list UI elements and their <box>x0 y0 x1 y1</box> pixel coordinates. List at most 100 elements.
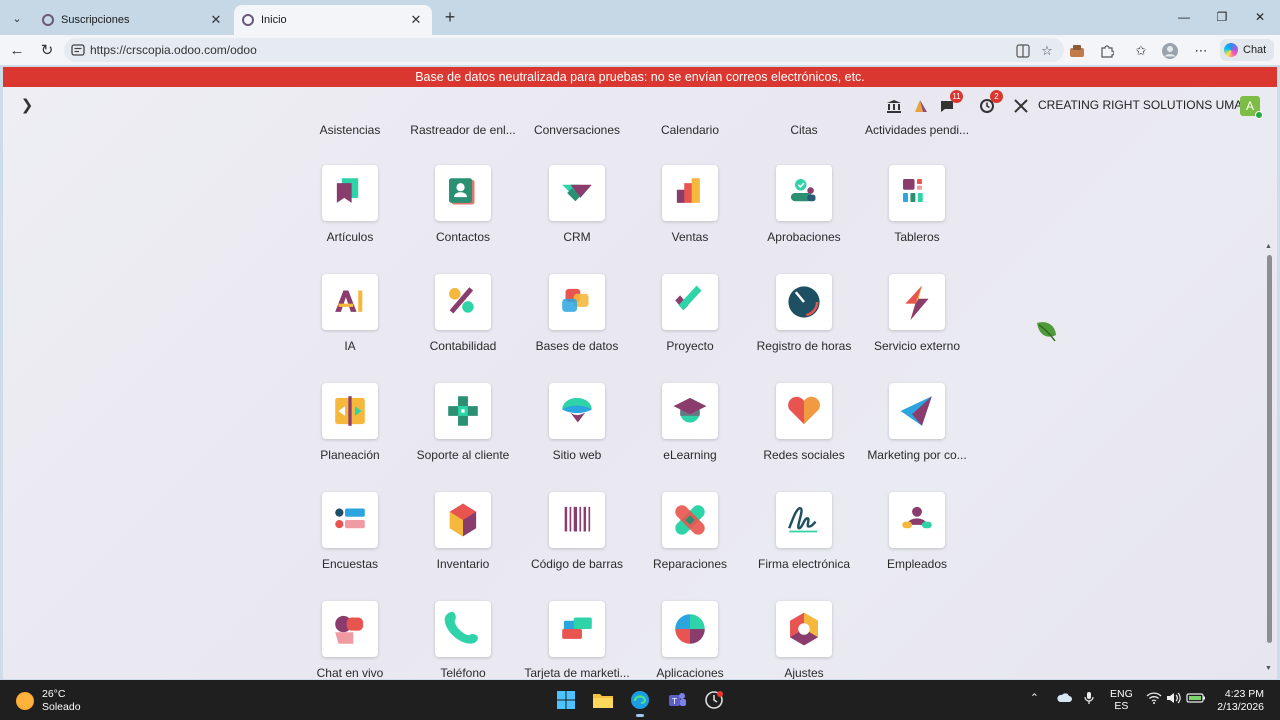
app-sign[interactable]: Firma electrónica <box>749 492 859 588</box>
banner-text: Base de datos neutralizada para pruebas:… <box>415 70 865 84</box>
ai-agent-icon[interactable] <box>913 95 929 117</box>
app-label-top[interactable]: Citas <box>749 123 859 137</box>
barcode-icon <box>549 492 605 548</box>
app-employees[interactable]: Empleados <box>862 492 972 588</box>
repairs-icon <box>662 492 718 548</box>
app-planning[interactable]: Planeación <box>295 383 405 479</box>
minimize-icon[interactable]: — <box>1172 6 1196 28</box>
articles-icon <box>322 165 378 221</box>
wifi-icon[interactable] <box>1146 692 1162 707</box>
file-explorer-icon[interactable] <box>590 687 616 713</box>
activities-clock-icon[interactable]: 2 <box>979 90 1003 117</box>
expand-chevron-icon[interactable]: ❯ <box>20 97 34 114</box>
app-label-top[interactable]: Asistencias <box>295 123 405 137</box>
extension-icon[interactable] <box>1068 42 1086 60</box>
app-label-top[interactable]: Actividades pendi... <box>862 123 972 137</box>
app-repairs[interactable]: Reparaciones <box>635 492 745 588</box>
messages-badge: 11 <box>950 90 963 103</box>
profile-icon[interactable] <box>1161 42 1179 60</box>
copilot-chat-button[interactable]: Chat <box>1220 39 1274 61</box>
scroll-down-icon[interactable]: ▼ <box>1265 665 1272 672</box>
teams-icon[interactable]: T <box>664 687 690 713</box>
tab-strip: ⌄ Suscripciones ✕ Inicio ✕ + — ❐ ✕ <box>0 0 1280 35</box>
app-ai[interactable]: IA <box>295 274 405 370</box>
accounting-icon <box>435 274 491 330</box>
copilot-icon <box>1224 43 1238 57</box>
close-tab-icon[interactable]: ✕ <box>408 12 424 28</box>
tab-actions-menu-icon[interactable]: ⌄ <box>6 7 28 29</box>
maximize-icon[interactable]: ❐ <box>1210 6 1234 28</box>
employees-icon <box>889 492 945 548</box>
new-tab-button[interactable]: + <box>440 7 460 27</box>
favorite-star-icon[interactable]: ☆ <box>1038 42 1056 60</box>
app-livechat[interactable]: Chat en vivo <box>295 601 405 679</box>
edge-browser-icon[interactable] <box>627 687 653 717</box>
dashboards-icon <box>889 165 945 221</box>
app-marketing-card[interactable]: Tarjeta de marketi... <box>522 601 632 679</box>
app-approvals[interactable]: Aprobaciones <box>749 165 859 261</box>
app-barcode[interactable]: Código de barras <box>522 492 632 588</box>
app-accounting[interactable]: Contabilidad <box>408 274 518 370</box>
field-service-icon <box>889 274 945 330</box>
app-surveys[interactable]: Encuestas <box>295 492 405 588</box>
clock-app-icon[interactable] <box>701 687 727 713</box>
app-label: Aprobaciones <box>767 230 841 244</box>
app-timesheets[interactable]: Registro de horas <box>749 274 859 370</box>
app-apps[interactable]: Aplicaciones <box>635 601 745 679</box>
favorites-icon[interactable]: ✩ <box>1132 42 1150 60</box>
app-label-top[interactable]: Conversaciones <box>522 123 632 137</box>
address-bar[interactable]: https://crscopia.odoo.com/odoo <box>64 38 1064 62</box>
app-project[interactable]: Proyecto <box>635 274 745 370</box>
sales-icon <box>662 165 718 221</box>
app-label-top[interactable]: Rastreador de enl... <box>408 123 518 137</box>
close-window-icon[interactable]: ✕ <box>1248 6 1272 28</box>
app-inventory[interactable]: Inventario <box>408 492 518 588</box>
site-info-icon[interactable] <box>70 42 86 58</box>
split-screen-icon[interactable] <box>1014 42 1032 60</box>
odoo-home-page: Base de datos neutralizada para pruebas:… <box>3 67 1277 679</box>
app-articles[interactable]: Artículos <box>295 165 405 261</box>
app-email-marketing[interactable]: Marketing por co... <box>862 383 972 479</box>
show-hidden-icons-chevron-icon[interactable]: ⌃ <box>1030 692 1039 704</box>
app-field-service[interactable]: Servicio externo <box>862 274 972 370</box>
app-elearning[interactable]: eLearning <box>635 383 745 479</box>
close-tab-icon[interactable]: ✕ <box>208 12 224 28</box>
app-label-top[interactable]: Calendario <box>635 123 745 137</box>
app-helpdesk[interactable]: Soporte al cliente <box>408 383 518 479</box>
app-sales[interactable]: Ventas <box>635 165 745 261</box>
input-language-indicator[interactable]: ENG ES <box>1110 688 1133 712</box>
start-windows-icon[interactable] <box>553 687 579 713</box>
app-phone[interactable]: Teléfono <box>408 601 518 679</box>
browser-tab-suscripciones[interactable]: Suscripciones ✕ <box>34 5 232 35</box>
battery-icon[interactable] <box>1186 692 1206 707</box>
browser-tab-inicio[interactable]: Inicio ✕ <box>234 5 432 35</box>
apps-icon <box>662 601 718 657</box>
scrollbar-thumb[interactable] <box>1267 255 1272 643</box>
app-dashboards[interactable]: Tableros <box>862 165 972 261</box>
weather-condition: Soleado <box>42 701 81 713</box>
odoo-favicon-icon <box>42 14 54 26</box>
app-website[interactable]: Sitio web <box>522 383 632 479</box>
weather-widget[interactable]: 26°C Soleado <box>16 688 81 714</box>
company-switcher[interactable]: CREATING RIGHT SOLUTIONS UMAA <box>1038 98 1250 112</box>
scroll-up-icon[interactable]: ▲ <box>1265 243 1272 250</box>
helpdesk-icon <box>435 383 491 439</box>
user-avatar[interactable]: A <box>1240 96 1263 119</box>
back-arrow-icon[interactable]: ← <box>6 40 28 60</box>
onedrive-cloud-icon[interactable] <box>1056 692 1072 707</box>
microphone-icon[interactable] <box>1084 691 1094 708</box>
extensions-puzzle-icon[interactable] <box>1098 42 1116 60</box>
bank-icon[interactable] <box>886 95 902 117</box>
app-label: Teléfono <box>440 666 486 679</box>
app-contacts[interactable]: Contactos <box>408 165 518 261</box>
more-options-icon[interactable]: ⋯ <box>1192 42 1210 60</box>
tools-icon[interactable] <box>1013 95 1029 117</box>
app-settings[interactable]: Ajustes <box>749 601 859 679</box>
app-crm[interactable]: CRM <box>522 165 632 261</box>
refresh-icon[interactable]: ↻ <box>36 40 58 60</box>
volume-icon[interactable] <box>1166 692 1182 707</box>
app-social[interactable]: Redes sociales <box>749 383 859 479</box>
app-databases[interactable]: Bases de datos <box>522 274 632 370</box>
system-clock[interactable]: 4:23 PM 2/13/2026 <box>1212 688 1264 714</box>
messages-icon[interactable]: 11 <box>939 90 963 117</box>
